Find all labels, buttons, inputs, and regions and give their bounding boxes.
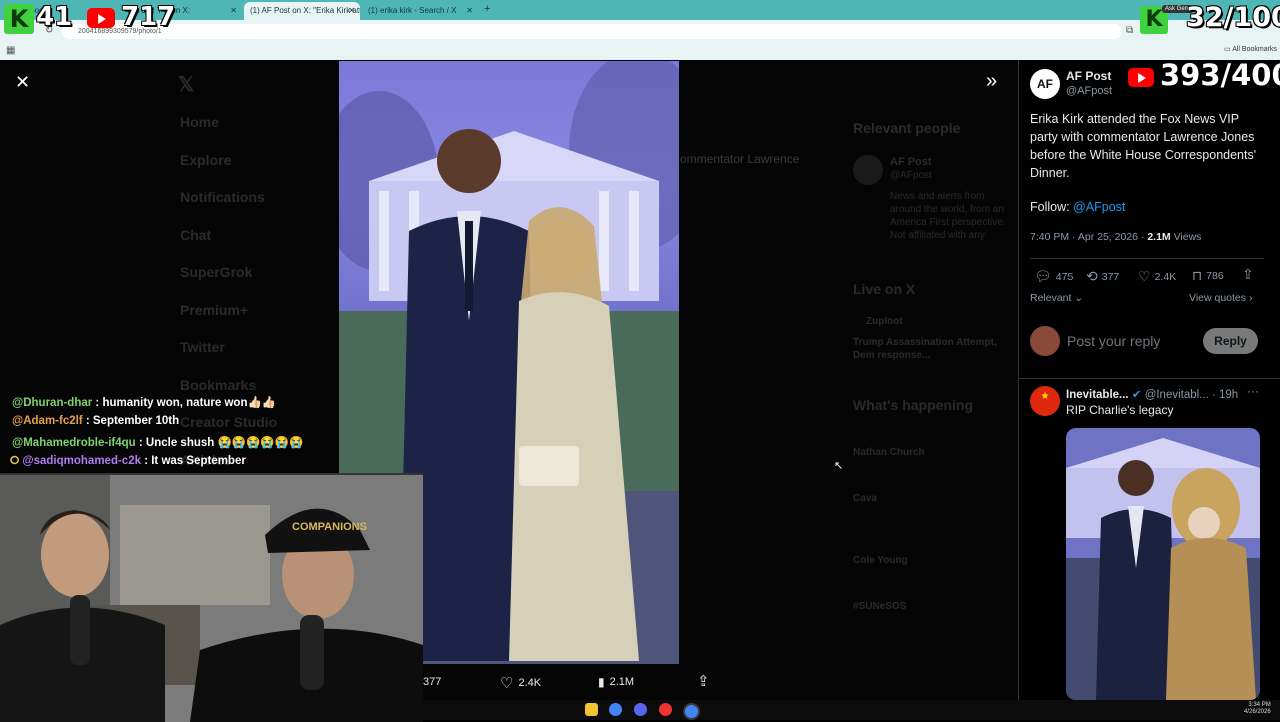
- reply-icon: 💬︎: [1034, 268, 1052, 284]
- nav-notifications[interactable]: Notifications: [180, 189, 277, 227]
- live-on-x-heading: Live on X: [853, 281, 916, 297]
- avatar[interactable]: AF: [1030, 69, 1060, 99]
- os-taskbar: [423, 700, 1280, 720]
- rp-name: AF Post: [890, 156, 932, 168]
- divider: [1019, 378, 1280, 379]
- author-handle[interactable]: @AFpost: [1066, 85, 1112, 97]
- discord-icon[interactable]: [634, 703, 647, 716]
- mention-link[interactable]: @AFpost: [1073, 200, 1125, 214]
- chat-badge-icon: ⭘: [10, 455, 20, 467]
- cap-text: COMPANIONS: [292, 521, 367, 533]
- behind-post-text: ommentator Lawrence: [680, 152, 800, 166]
- mouse-cursor-icon: ↖: [834, 460, 844, 472]
- youtube-icon: [1128, 68, 1154, 87]
- avatar[interactable]: ★: [1030, 386, 1060, 416]
- trend-item[interactable]: #SUNeSOS: [853, 601, 906, 612]
- chat-message: ⭘ @sadiqmohamed-c2k : It was September: [10, 455, 246, 467]
- whats-happening-heading: What's happening: [853, 397, 973, 413]
- youtube-counter: 717: [121, 2, 176, 32]
- post-follow-line: Follow: @AFpost: [1030, 200, 1126, 214]
- like-button[interactable]: ♡ 2.4K: [1138, 268, 1176, 285]
- rp-bio: News and alerts from around the world, f…: [890, 191, 1006, 241]
- chevron-down-icon: ⌄: [1074, 292, 1084, 304]
- close-icon[interactable]: ✕: [15, 72, 30, 93]
- avatar: [1030, 326, 1060, 356]
- webcam-illustration: COMPANIONS: [0, 475, 423, 722]
- heart-icon: ♡: [1138, 268, 1151, 284]
- close-tab-icon[interactable]: ✕: [348, 2, 355, 20]
- live-title[interactable]: Trump Assassination Attempt, Dem respons…: [853, 336, 1003, 362]
- x-nav: Home Explore Notifications Chat SuperGro…: [180, 114, 277, 489]
- chat-message: @Mahamedroble-if4qu : Uncle shush 😭😭😭😭😭😭: [12, 437, 304, 449]
- goal-counter: 32/100: [1186, 2, 1280, 33]
- nav-explore[interactable]: Explore: [180, 152, 277, 190]
- bookmark-icon: ⊓: [1192, 268, 1203, 283]
- chrome-active-icon[interactable]: [683, 703, 700, 720]
- reply-text: RIP Charlie's legacy: [1066, 403, 1174, 417]
- browser-tab-active[interactable]: (1) AF Post on X: "Erika Kirk atte ✕: [244, 2, 360, 20]
- nav-home[interactable]: Home: [180, 114, 277, 152]
- streamer-webcam: COMPANIONS: [0, 473, 423, 722]
- nav-twitter[interactable]: Twitter: [180, 339, 277, 377]
- bookmark-button[interactable]: ⊓ 786: [1192, 268, 1224, 284]
- photo-retweet-count[interactable]: 377: [423, 676, 441, 688]
- reply-image-illustration: [1066, 438, 1260, 700]
- k-logo: K: [4, 4, 34, 34]
- post-counter: 393/400: [1160, 58, 1280, 92]
- chrome-icon[interactable]: [609, 703, 622, 716]
- apps-grid-icon[interactable]: ▦: [6, 45, 15, 56]
- retweet-button[interactable]: ⟲ 377: [1086, 268, 1119, 285]
- new-tab-icon[interactable]: +: [484, 3, 490, 15]
- trend-item[interactable]: Cava: [853, 493, 877, 504]
- photo-like-button[interactable]: ♡ 2.4K: [500, 674, 541, 692]
- relevant-people-heading: Relevant people: [853, 120, 961, 136]
- view-quotes-link[interactable]: View quotes ›: [1189, 292, 1252, 304]
- photo-views[interactable]: ▮ 2.1M: [598, 675, 634, 689]
- trend-item[interactable]: Nathan Church: [853, 447, 925, 458]
- folder-icon[interactable]: [585, 703, 598, 716]
- nav-chat[interactable]: Chat: [180, 227, 277, 265]
- retweet-icon: ⟲: [1086, 268, 1098, 284]
- share-icon[interactable]: ⇪: [697, 672, 710, 690]
- reply-submit-button[interactable]: Reply: [1203, 328, 1258, 354]
- url-input[interactable]: 200416899309579/photo/1: [62, 24, 1122, 39]
- reply-image[interactable]: [1066, 428, 1260, 700]
- author-name[interactable]: AF Post: [1066, 69, 1111, 83]
- sort-relevant-dropdown[interactable]: Relevant ⌄: [1030, 292, 1083, 304]
- nav-supergrok[interactable]: SuperGrok: [180, 264, 277, 302]
- k-counter: 41: [36, 2, 73, 32]
- reply-header: Inevitable... ✔ @Inevitabl... · 19h: [1066, 389, 1239, 401]
- bar-chart-icon: ▮: [598, 675, 605, 689]
- live-host: Zuploot: [866, 316, 903, 327]
- verified-icon: ✔: [1131, 389, 1142, 401]
- app-icon[interactable]: [659, 703, 672, 716]
- nav-premium[interactable]: Premium+: [180, 302, 277, 340]
- close-tab-icon[interactable]: ✕: [230, 2, 237, 20]
- reply-input[interactable]: Post your reply: [1067, 333, 1160, 349]
- divider: [1030, 258, 1264, 259]
- install-icon[interactable]: ⧉: [1126, 25, 1133, 36]
- all-bookmarks-link[interactable]: ▭ All Bookmarks: [1224, 45, 1277, 53]
- collapse-panel-icon[interactable]: »: [986, 70, 997, 93]
- x-logo-icon: 𝕏: [178, 74, 195, 96]
- post-body: Erika Kirk attended the Fox News VIP par…: [1030, 112, 1257, 180]
- more-options-icon[interactable]: ···: [1247, 384, 1259, 398]
- chat-message: @Dhuran-dhar : humanity won, nature won👍…: [12, 397, 277, 409]
- chat-message: @Adam-fc2lf : September 10th: [12, 415, 180, 427]
- trend-item[interactable]: Cole Young: [853, 555, 908, 566]
- system-clock[interactable]: 3:34 PM 4/26/2026: [1244, 702, 1271, 716]
- bookmarks-bar: [0, 42, 1280, 60]
- share-icon[interactable]: ⇪: [1242, 266, 1254, 283]
- heart-icon: ♡: [500, 675, 514, 692]
- youtube-icon: [87, 8, 115, 28]
- avatar: [853, 155, 883, 185]
- browser-tab[interactable]: (1) erika kirk - Search / X ✕: [362, 2, 478, 20]
- close-tab-icon[interactable]: ✕: [466, 2, 473, 20]
- rp-handle: @AFpost: [890, 170, 932, 181]
- post-timestamp[interactable]: 7:40 PM · Apr 25, 2026 · 2.1M Views: [1030, 231, 1201, 243]
- chevron-right-icon: ›: [1248, 292, 1253, 304]
- reply-button[interactable]: 💬︎ 475: [1034, 268, 1073, 285]
